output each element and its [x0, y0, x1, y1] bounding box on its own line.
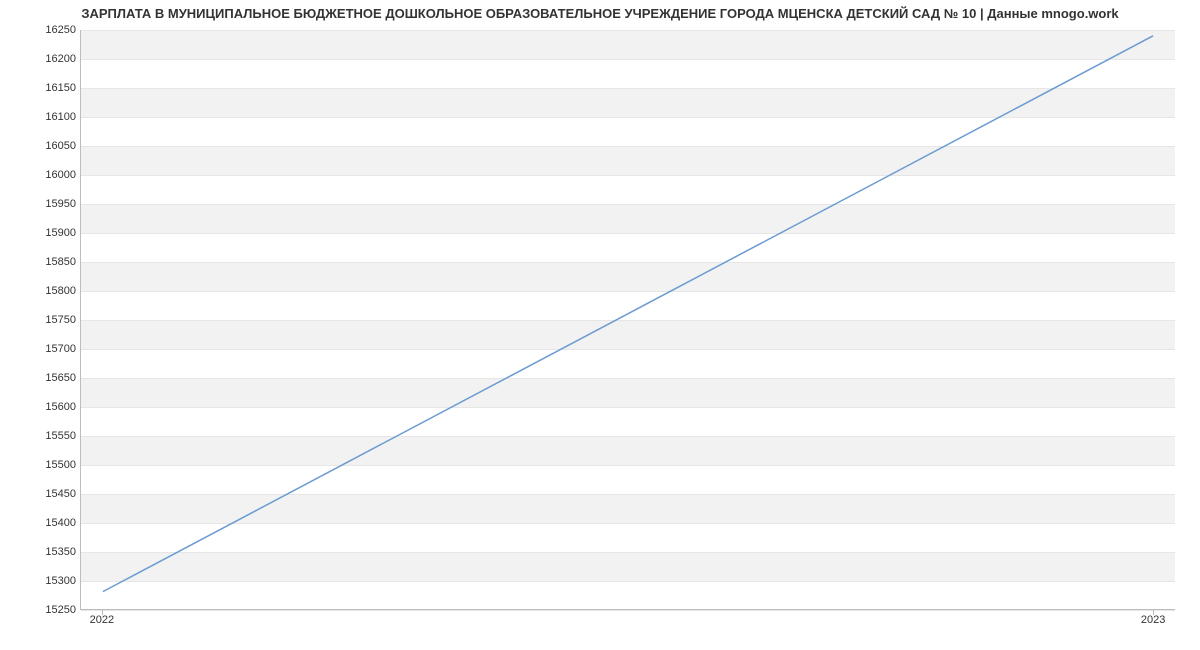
chart-title: ЗАРПЛАТА В МУНИЦИПАЛЬНОЕ БЮДЖЕТНОЕ ДОШКО… [0, 6, 1200, 21]
y-axis-tick-label: 16150 [4, 82, 76, 94]
y-axis-tick-label: 16250 [4, 24, 76, 36]
y-axis-tick-label: 15450 [4, 488, 76, 500]
plot-area [80, 30, 1175, 610]
y-axis-tick-label: 15900 [4, 227, 76, 239]
y-axis-tick-label: 15850 [4, 256, 76, 268]
x-axis-tick-label: 2022 [90, 614, 114, 626]
y-axis-tick-label: 15950 [4, 198, 76, 210]
y-axis-tick-label: 16200 [4, 53, 76, 65]
grid-line [81, 610, 1175, 611]
y-axis-tick-label: 15550 [4, 430, 76, 442]
y-axis-tick-label: 15650 [4, 372, 76, 384]
y-axis-tick-label: 15500 [4, 459, 76, 471]
y-axis-tick-label: 15600 [4, 401, 76, 413]
y-axis-tick-label: 15400 [4, 517, 76, 529]
line-series [81, 30, 1175, 609]
chart-container: ЗАРПЛАТА В МУНИЦИПАЛЬНОЕ БЮДЖЕТНОЕ ДОШКО… [0, 0, 1200, 650]
y-axis-tick-label: 15700 [4, 343, 76, 355]
x-axis-tick-label: 2023 [1141, 614, 1165, 626]
y-axis-tick-label: 15350 [4, 546, 76, 558]
y-axis-tick-label: 15800 [4, 285, 76, 297]
y-axis-tick-label: 15300 [4, 575, 76, 587]
y-axis-tick-label: 15750 [4, 314, 76, 326]
y-axis-tick-label: 15250 [4, 604, 76, 616]
y-axis-tick-label: 16050 [4, 140, 76, 152]
series-line [103, 36, 1153, 592]
y-axis-tick-label: 16100 [4, 111, 76, 123]
y-axis-tick-label: 16000 [4, 169, 76, 181]
